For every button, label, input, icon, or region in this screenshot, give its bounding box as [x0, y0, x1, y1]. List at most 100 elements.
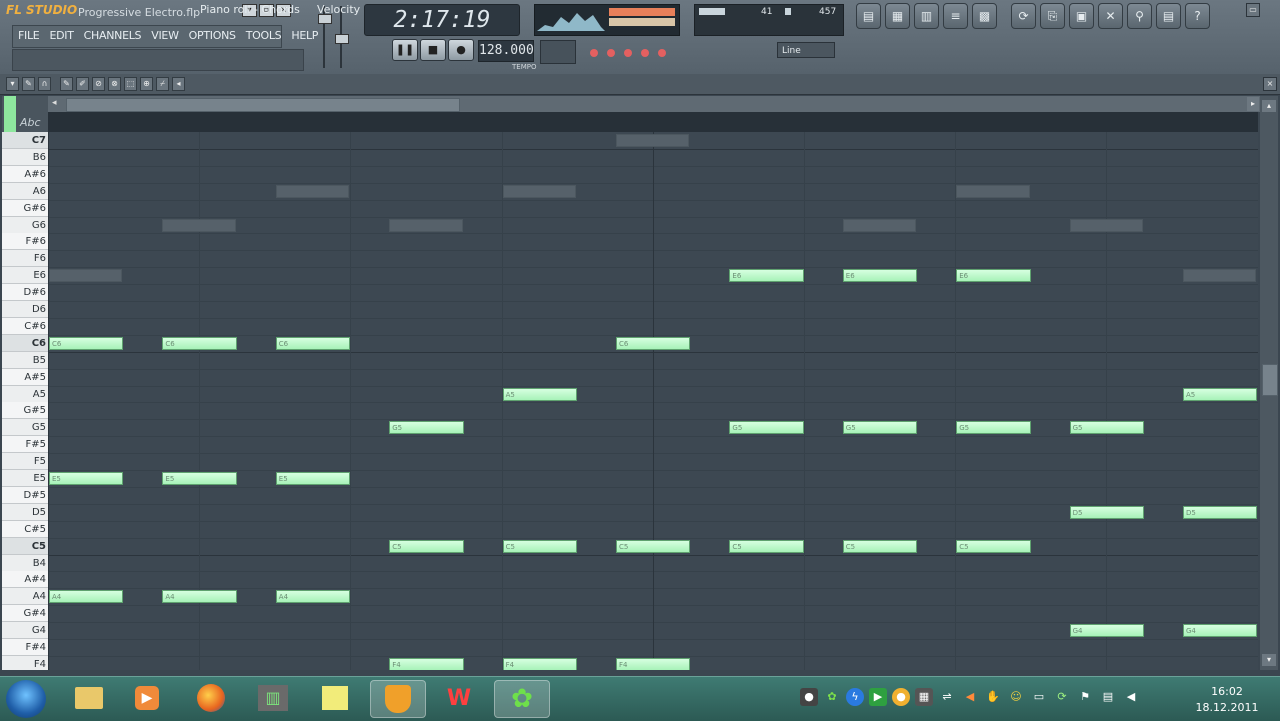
playlist-icon[interactable]: ▤ [856, 3, 881, 29]
note[interactable]: F4 [389, 658, 463, 670]
browser-icon[interactable]: ≡ [943, 3, 968, 29]
note-label-toggle[interactable]: Abc [20, 116, 41, 129]
tools-icon[interactable]: ✕ [1098, 3, 1123, 29]
note[interactable]: E5 [49, 472, 123, 485]
tray-flag-icon[interactable]: ⚑ [1076, 688, 1094, 706]
note[interactable]: F4 [503, 658, 577, 670]
zoom-tool-icon[interactable]: ⊕ [140, 77, 153, 91]
piano-key[interactable]: F5 [2, 453, 48, 470]
tray-hand-icon[interactable]: ✋ [984, 688, 1002, 706]
note[interactable]: E6 [843, 269, 917, 282]
tray-device-icon[interactable]: ▦ [915, 688, 933, 706]
note[interactable]: E5 [162, 472, 236, 485]
fl-studio-taskbar-icon[interactable] [370, 680, 426, 718]
mixer-icon[interactable]: ▩ [972, 3, 997, 29]
help-icon[interactable]: ? [1185, 3, 1210, 29]
note[interactable]: G5 [729, 421, 803, 434]
note[interactable]: A4 [162, 590, 236, 603]
winamp-icon[interactable]: W [432, 680, 486, 716]
tray-window-icon[interactable]: ▭ [1030, 688, 1048, 706]
piano-key[interactable]: F#5 [2, 436, 48, 453]
menu-edit[interactable]: EDIT [44, 26, 78, 47]
menu-channels[interactable]: CHANNELS [79, 26, 147, 47]
note[interactable]: G4 [1183, 624, 1257, 637]
scroll-right-icon[interactable]: ▸ [1247, 97, 1259, 111]
tray-app-icon[interactable]: ● [800, 688, 818, 706]
magnet-icon[interactable]: ∩ [38, 77, 51, 91]
song-position-display[interactable]: 2:17:19 [364, 4, 520, 36]
piano-roll-title[interactable]: Piano roll - Chords [200, 3, 300, 16]
piano-key[interactable]: C6 [2, 335, 48, 352]
note[interactable]: E5 [276, 472, 350, 485]
icq-icon[interactable]: ✿ [494, 680, 550, 718]
note[interactable]: C5 [956, 540, 1030, 553]
pause-icon[interactable]: ❚❚ [392, 39, 418, 61]
piano-key[interactable]: A4 [2, 588, 48, 605]
tray-sun-icon[interactable]: ● [892, 688, 910, 706]
note[interactable]: G5 [843, 421, 917, 434]
tray-smile-icon[interactable]: ☺ [1007, 688, 1025, 706]
piano-key[interactable]: C7 [2, 132, 48, 149]
note[interactable]: E6 [729, 269, 803, 282]
menu-file[interactable]: FILE [13, 26, 44, 47]
piano-keyboard[interactable]: C7B6A#6A6G#6G6F#6F6E6D#6D6C#6C6B5A#5A5G#… [2, 132, 48, 670]
piano-key[interactable]: G6 [2, 217, 48, 234]
piano-key[interactable]: A#6 [2, 166, 48, 183]
draw-tool-icon[interactable]: ✎ [60, 77, 73, 91]
menu-view[interactable]: VIEW [146, 26, 183, 47]
note[interactable]: A4 [49, 590, 123, 603]
plugin-icon[interactable]: ⎘ [1040, 3, 1065, 29]
media-player-icon[interactable]: ▶ [120, 680, 174, 716]
taskbar-clock[interactable]: 16:02 18.12.2011 [1190, 684, 1264, 716]
piano-key[interactable]: D6 [2, 301, 48, 318]
note[interactable]: C5 [389, 540, 463, 553]
menu-arrow-icon[interactable]: ▾ [6, 77, 19, 91]
piano-key[interactable]: C#6 [2, 318, 48, 335]
piano-key[interactable]: F#6 [2, 233, 48, 250]
note[interactable]: G4 [1070, 624, 1144, 637]
select-tool-icon[interactable]: ⬚ [124, 77, 137, 91]
step-sequencer-icon[interactable]: ▦ [885, 3, 910, 29]
note[interactable]: D5 [1070, 506, 1144, 519]
target-channel-indicator[interactable] [4, 96, 16, 132]
save-icon[interactable]: ▣ [1069, 3, 1094, 29]
piano-key[interactable]: C5 [2, 538, 48, 555]
notes-icon[interactable]: ▤ [1156, 3, 1181, 29]
note[interactable]: A5 [503, 388, 577, 401]
tray-volume-icon[interactable]: ◀ [1122, 688, 1140, 706]
tray-network-icon[interactable]: ▤ [1099, 688, 1117, 706]
piano-key[interactable]: A6 [2, 183, 48, 200]
playback-tool-icon[interactable]: ◂ [172, 77, 185, 91]
snap-select[interactable]: Line [777, 42, 835, 58]
note[interactable]: C6 [276, 337, 350, 350]
piano-key[interactable]: G#5 [2, 402, 48, 419]
tray-usb-icon[interactable]: ⇌ [938, 688, 956, 706]
piano-key[interactable]: G4 [2, 622, 48, 639]
piano-key[interactable]: F6 [2, 250, 48, 267]
menu-tools[interactable]: TOOLS [241, 26, 287, 47]
piano-key[interactable]: E5 [2, 470, 48, 487]
pattern-selector[interactable] [540, 40, 576, 64]
firefox-icon[interactable] [184, 680, 238, 716]
piano-key[interactable]: D#5 [2, 487, 48, 504]
note[interactable]: C6 [616, 337, 690, 350]
piano-key[interactable]: B5 [2, 352, 48, 369]
piano-key[interactable]: G#6 [2, 200, 48, 217]
piano-roll-close-icon[interactable]: × [1263, 77, 1277, 91]
tray-refresh-icon[interactable]: ⟳ [1053, 688, 1071, 706]
metronome-icon[interactable] [607, 49, 615, 57]
tray-speaker-app-icon[interactable]: ◀ [961, 688, 979, 706]
piano-key[interactable]: A#4 [2, 571, 48, 588]
cpu-icon[interactable]: ⟳ [1011, 3, 1036, 29]
stop-icon[interactable]: ■ [420, 39, 446, 61]
mute-tool-icon[interactable]: ⊗ [108, 77, 121, 91]
blend-icon[interactable] [624, 49, 632, 57]
countdown-icon[interactable] [658, 49, 666, 57]
note-grid[interactable]: C6C6C6C6E5E5E5A4A4A4G5C5F4A5C5F4C5F4E6G5… [48, 132, 1258, 670]
tray-play-icon[interactable]: ▶ [869, 688, 887, 706]
piano-key[interactable]: C#5 [2, 521, 48, 538]
piano-key[interactable]: F#4 [2, 639, 48, 656]
record-icon[interactable]: ● [448, 39, 474, 61]
scroll-left-icon[interactable]: ◂ [52, 98, 57, 108]
tempo-display[interactable]: 128.000 [478, 40, 534, 62]
